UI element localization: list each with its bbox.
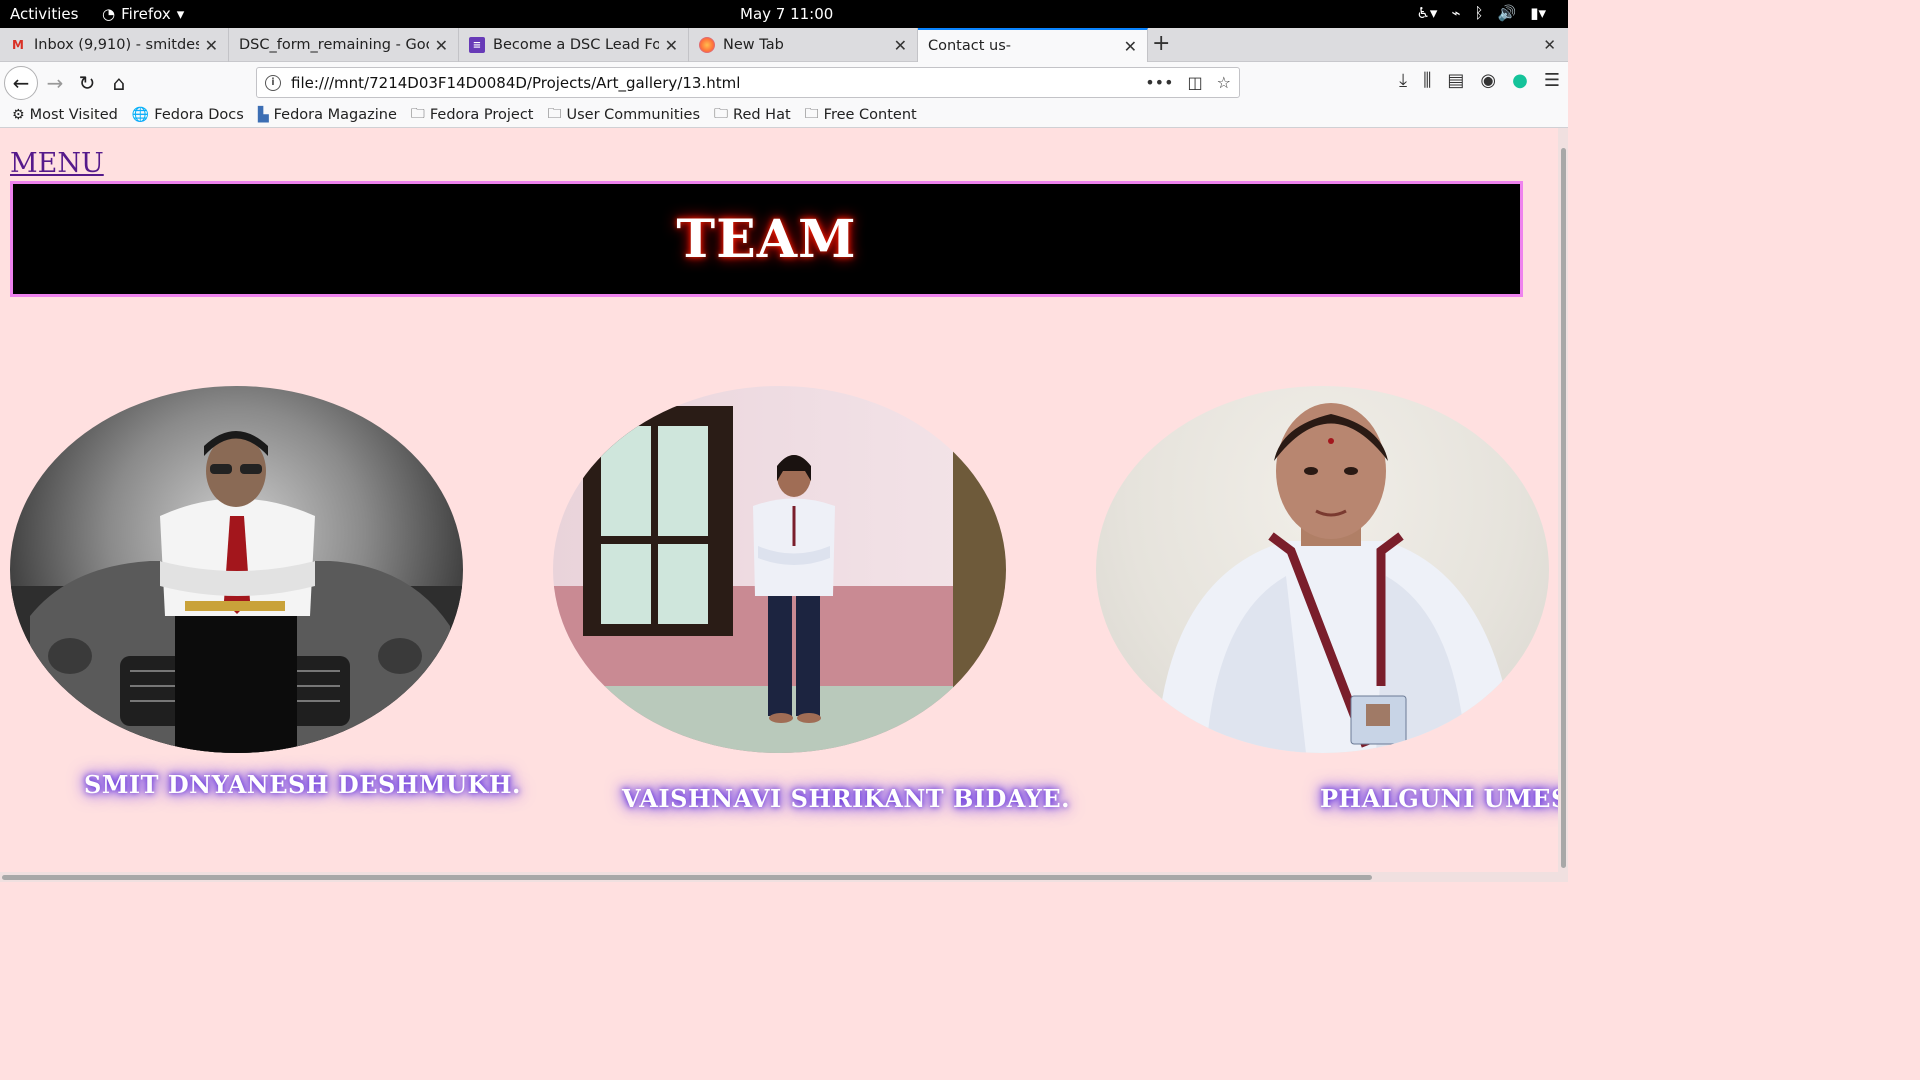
horizontal-scrollbar-thumb[interactable] [2, 875, 1372, 880]
close-icon[interactable]: ✕ [894, 36, 907, 55]
bookmark-label: Fedora Docs [154, 106, 244, 123]
close-icon[interactable]: ✕ [665, 36, 678, 55]
close-icon[interactable]: ✕ [1124, 37, 1137, 56]
bookmark-user-communities[interactable]: 🗀 User Communities [548, 103, 701, 127]
bookmark-free-content[interactable]: 🗀 Free Content [805, 103, 917, 127]
bookmark-fedora-docs[interactable]: 🌐 Fedora Docs [132, 107, 244, 123]
vertical-scrollbar-thumb[interactable] [1561, 148, 1566, 868]
firefox-icon [699, 37, 715, 53]
folder-icon: 🗀 [547, 105, 562, 122]
member-photo-1 [10, 386, 463, 753]
tab-strip: M Inbox (9,910) - smitdeshm ✕ DSC_form_r… [0, 28, 1568, 62]
page-content: MENU TEAM SMIT DNYANESH DESHMUKH. VAISHN… [0, 128, 1568, 882]
member-photo-3 [1096, 386, 1549, 753]
bookmark-label: User Communities [566, 106, 701, 123]
new-tab-button[interactable]: + [1152, 31, 1170, 56]
member-name-2: VAISHNAVI SHRIKANT BIDAYE. [622, 784, 1070, 813]
tab-inbox[interactable]: M Inbox (9,910) - smitdeshm ✕ [0, 28, 229, 62]
site-info-icon[interactable]: i [265, 74, 281, 91]
horizontal-scrollbar[interactable] [0, 872, 1558, 882]
network-icon: ⌁ [1451, 4, 1461, 22]
firefox-app-icon: ◔ [102, 5, 116, 23]
bookmarks-toolbar: ⚙ Most Visited 🌐 Fedora Docs ▙ Fedora Magaz… [0, 102, 1568, 128]
tab-label: Contact us- [928, 38, 1011, 54]
member-name-3: PHALGUNI UMES [1320, 784, 1568, 813]
google-forms-icon: ≡ [469, 37, 485, 53]
pocket-icon[interactable]: ◫ [1188, 73, 1203, 92]
menu-link[interactable]: MENU [10, 148, 104, 179]
reload-button[interactable]: ↻ [72, 68, 102, 98]
bookmark-red-hat[interactable]: 🗀 Red Hat [714, 103, 791, 127]
globe-icon: 🌐 [131, 106, 150, 123]
fedora-magazine-icon: ▙ [257, 106, 269, 123]
folder-icon: 🗀 [804, 105, 819, 122]
back-button[interactable]: ← [4, 66, 38, 100]
page-actions-icon[interactable]: ••• [1145, 73, 1173, 92]
app-menu[interactable]: ◔ Firefox ▾ [102, 5, 184, 23]
bookmark-most-visited[interactable]: ⚙ Most Visited [12, 107, 118, 123]
member-name-1: SMIT DNYANESH DESHMUKH. [84, 770, 521, 799]
bookmark-fedora-project[interactable]: 🗀 Fedora Project [411, 103, 534, 127]
chevron-down-icon: ▾ [176, 5, 185, 23]
member-photo-3-illustration [1156, 403, 1516, 753]
bookmark-label: Red Hat [733, 106, 791, 123]
clock[interactable]: May 7 11:00 [740, 5, 833, 23]
hamburger-menu-icon[interactable]: ☰ [1544, 70, 1560, 91]
system-tray[interactable]: ♿▾ ⌁ ᛒ 🔊 ▮▾ [1416, 4, 1546, 22]
navigation-toolbar: ← → ↻ ⌂ i file:///mnt/7214D03F14D0084D/P… [0, 62, 1568, 102]
system-top-bar: Activities ◔ Firefox ▾ May 7 11:00 ♿▾ ⌁ … [0, 0, 1568, 28]
close-icon[interactable]: ✕ [435, 36, 448, 55]
activities-button[interactable]: Activities [10, 5, 78, 23]
sidebar-icon[interactable]: ▤ [1447, 70, 1464, 91]
tab-label: Inbox (9,910) - smitdeshm [34, 37, 199, 53]
vertical-scrollbar[interactable] [1558, 128, 1568, 882]
folder-icon: 🗀 [410, 105, 425, 122]
close-icon[interactable]: ✕ [205, 36, 218, 55]
url-text[interactable]: file:///mnt/7214D03F14D0084D/Projects/Ar… [291, 74, 1145, 92]
forward-button[interactable]: → [40, 68, 70, 98]
team-banner: TEAM [10, 181, 1523, 297]
downloads-icon[interactable]: ⤓ [1399, 70, 1407, 91]
app-name: Firefox [121, 5, 171, 23]
tab-label: New Tab [723, 37, 784, 53]
bookmark-label: Most Visited [29, 106, 118, 123]
volume-icon: 🔊 [1497, 4, 1517, 22]
gmail-icon: M [12, 38, 24, 52]
member-photo-2 [553, 386, 1006, 753]
tab-new-tab[interactable]: New Tab ✕ [689, 28, 918, 62]
tab-dsc-form-remaining[interactable]: DSC_form_remaining - Goog ✕ [229, 28, 459, 62]
close-window-icon[interactable]: ✕ [1543, 36, 1556, 54]
bookmark-fedora-magazine[interactable]: ▙ Fedora Magazine [258, 107, 397, 123]
bluetooth-icon: ᛒ [1474, 4, 1484, 22]
bookmark-label: Fedora Magazine [273, 106, 397, 123]
grammarly-extension-icon[interactable]: ● [1512, 70, 1528, 91]
bookmark-label: Free Content [823, 106, 917, 123]
bookmark-label: Fedora Project [429, 106, 534, 123]
member-photo-2-illustration [553, 406, 1006, 753]
page-title: TEAM [676, 208, 857, 270]
account-icon[interactable]: ◉ [1480, 70, 1496, 91]
url-bar[interactable]: i file:///mnt/7214D03F14D0084D/Projects/… [256, 67, 1240, 98]
battery-icon: ▮▾ [1530, 4, 1546, 22]
member-photo-1-illustration [10, 431, 463, 753]
home-button[interactable]: ⌂ [104, 68, 134, 98]
gear-icon: ⚙ [12, 106, 25, 123]
tab-label: DSC_form_remaining - Goog [239, 37, 429, 53]
bookmark-star-icon[interactable]: ☆ [1217, 73, 1231, 92]
folder-icon: 🗀 [714, 105, 729, 122]
tab-label: Become a DSC Lead Form [493, 37, 659, 53]
library-icon[interactable]: ⫼ [1423, 70, 1431, 91]
tab-dsc-lead-form[interactable]: ≡ Become a DSC Lead Form ✕ [459, 28, 689, 62]
tab-contact-us[interactable]: Contact us- ✕ [918, 28, 1148, 62]
accessibility-icon[interactable]: ♿▾ [1416, 4, 1437, 22]
